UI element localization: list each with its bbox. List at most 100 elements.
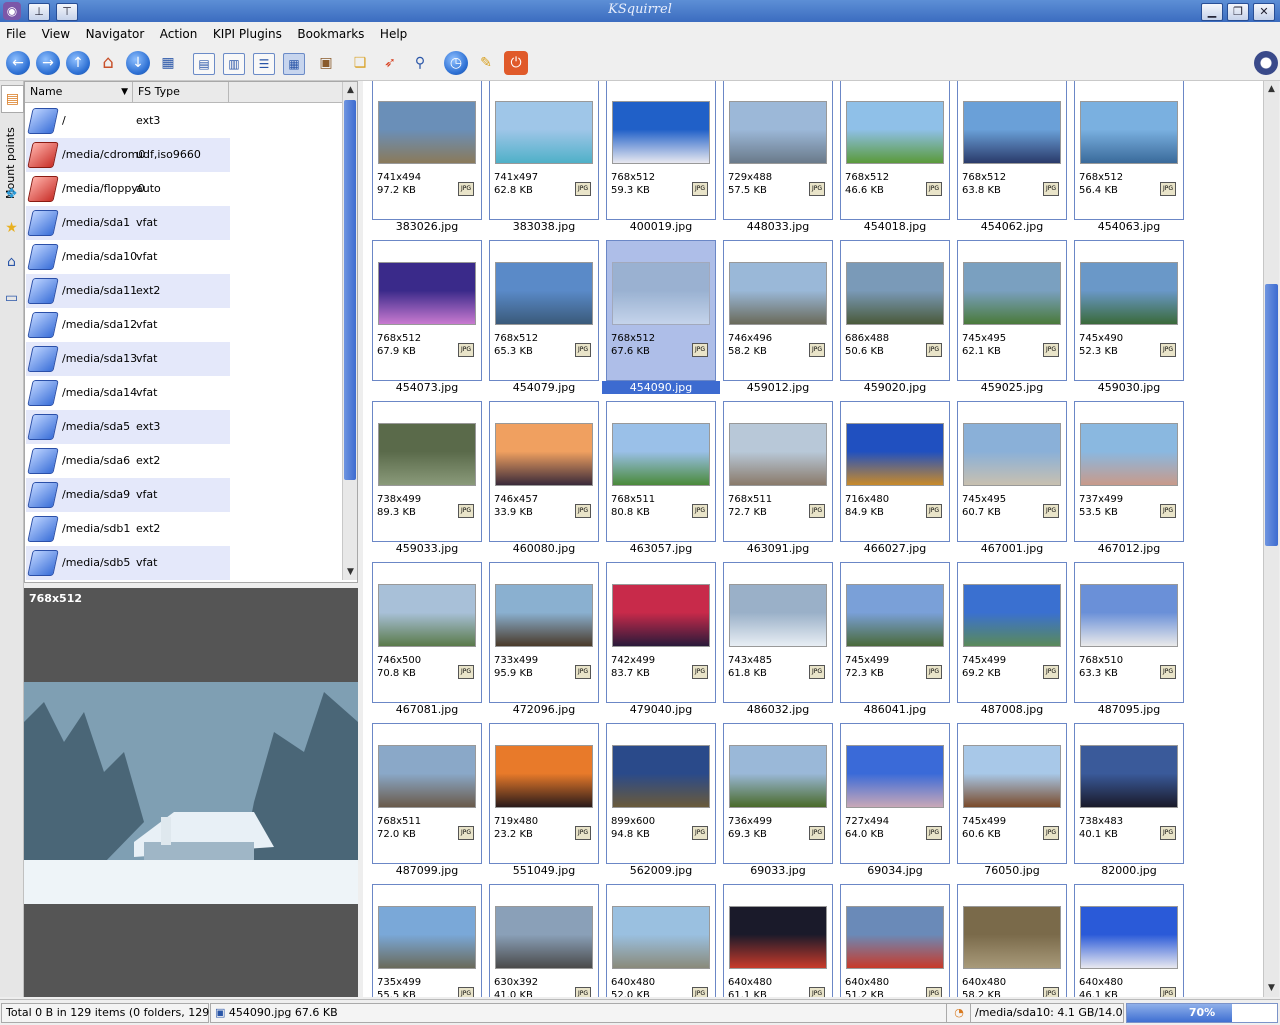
thumbnail-cell[interactable]: 738x483 40.1 KB JPG <box>1074 723 1184 864</box>
thumbnail-cell[interactable]: 741x494 97.2 KB JPG <box>372 81 482 220</box>
view-thumbnails-icon[interactable]: ▦ <box>283 53 305 75</box>
devices-icon[interactable]: ▦ <box>156 51 180 75</box>
maximize-button[interactable]: ❐ <box>1227 3 1249 21</box>
thumbnail-cell[interactable]: 640x480 61.1 KB JPG <box>723 884 833 997</box>
mount-row[interactable]: /media/sda12 vfat <box>26 308 230 342</box>
thumbnail-cell[interactable]: 729x488 57.5 KB JPG <box>723 81 833 220</box>
thumbnail-cell[interactable]: 745x495 62.1 KB JPG <box>957 240 1067 381</box>
view-list-icon[interactable]: ▥ <box>223 53 245 75</box>
thumbnail-cell[interactable]: 768x512 59.3 KB JPG <box>606 81 716 220</box>
clock-icon[interactable]: ◷ <box>444 51 468 75</box>
minimize-button[interactable]: ▁ <box>1201 3 1223 21</box>
thumbnail-filename[interactable]: 82000.jpg <box>1070 864 1188 877</box>
thumbnail-filename[interactable]: 448033.jpg <box>719 220 837 233</box>
mount-points-tab-icon[interactable]: ▤ <box>1 85 24 113</box>
view-detail-icon[interactable]: ☰ <box>253 53 275 75</box>
scroll-up-icon[interactable]: ▲ <box>1265 82 1278 96</box>
thumbnail-filename[interactable]: 551049.jpg <box>485 864 603 877</box>
thumbnail-cell[interactable]: 768x511 72.0 KB JPG <box>372 723 482 864</box>
thumbnail-filename[interactable]: 400019.jpg <box>602 220 720 233</box>
thumbnail-cell[interactable]: 768x512 46.6 KB JPG <box>840 81 950 220</box>
scroll-up-icon[interactable]: ▲ <box>344 83 357 97</box>
thumbnail-cell[interactable]: 737x499 53.5 KB JPG <box>1074 401 1184 542</box>
mount-row[interactable]: /media/cdrom0 udf,iso9660 <box>26 138 230 172</box>
thumbnail-filename[interactable]: 454073.jpg <box>368 381 486 394</box>
thumbnail-filename[interactable]: 460080.jpg <box>485 542 603 555</box>
image-viewer-icon[interactable]: ▣ <box>314 51 338 75</box>
column-name-header[interactable]: Name ▼ <box>25 82 133 102</box>
thumbnail-cell[interactable]: 746x500 70.8 KB JPG <box>372 562 482 703</box>
thumbnail-cell[interactable]: 745x499 60.6 KB JPG <box>957 723 1067 864</box>
scroll-down-icon[interactable]: ▼ <box>344 565 357 579</box>
menu-file[interactable]: File <box>0 22 32 41</box>
thumbnail-cell[interactable]: 719x480 23.2 KB JPG <box>489 723 599 864</box>
thumbnail-filename[interactable]: 459025.jpg <box>953 381 1071 394</box>
thumbnail-filename[interactable]: 467001.jpg <box>953 542 1071 555</box>
mount-row[interactable]: /media/floppy0 auto <box>26 172 230 206</box>
mount-row[interactable]: /media/sda10 vfat <box>26 240 230 274</box>
back-icon[interactable]: ← <box>6 51 30 75</box>
thumbnail-cell[interactable]: 742x499 83.7 KB JPG <box>606 562 716 703</box>
thumbnail-filename[interactable]: 459012.jpg <box>719 381 837 394</box>
thumbnail-filename[interactable]: 562009.jpg <box>602 864 720 877</box>
thumbnail-cell[interactable]: 736x499 69.3 KB JPG <box>723 723 833 864</box>
thumbnail-filename[interactable]: 69033.jpg <box>719 864 837 877</box>
thumbnail-filename[interactable]: 459033.jpg <box>368 542 486 555</box>
settings-icon[interactable]: ✎ <box>474 51 498 75</box>
mount-row[interactable]: /media/sda1 vfat <box>26 206 230 240</box>
thumbnail-cell[interactable]: 746x496 58.2 KB JPG <box>723 240 833 381</box>
thumbnail-scrollbar[interactable]: ▲ ▼ <box>1263 81 1279 997</box>
thumbnail-filename[interactable]: 383038.jpg <box>485 220 603 233</box>
windows-icon[interactable]: ❏ <box>348 51 372 75</box>
mount-row[interactable]: /media/sda9 vfat <box>26 478 230 512</box>
categories-tab-icon[interactable]: ❖ <box>1 181 22 207</box>
thumbnail-filename[interactable]: 486041.jpg <box>836 703 954 716</box>
thumbnail-cell[interactable]: 768x512 65.3 KB JPG <box>489 240 599 381</box>
download-icon[interactable]: ↓ <box>126 51 150 75</box>
scrollbar-thumb[interactable] <box>1265 284 1278 546</box>
thumbnail-cell[interactable]: 733x499 95.9 KB JPG <box>489 562 599 703</box>
thumbnail-cell[interactable]: 745x499 72.3 KB JPG <box>840 562 950 703</box>
bookmarks-tab-icon[interactable]: ★ <box>1 215 22 241</box>
network-tab-icon[interactable]: ⌂ <box>1 249 22 275</box>
app-menu-icon[interactable] <box>1254 51 1278 75</box>
thumbnail-filename[interactable]: 454062.jpg <box>953 220 1071 233</box>
menu-help[interactable]: Help <box>374 22 413 41</box>
thumbnail-cell[interactable]: 743x485 61.8 KB JPG <box>723 562 833 703</box>
thumbnail-filename[interactable]: 463091.jpg <box>719 542 837 555</box>
thumbnail-filename[interactable]: 454090.jpg <box>602 381 720 394</box>
zoom-icon[interactable]: ⚲ <box>408 51 432 75</box>
mount-row[interactable]: /media/sda11 ext2 <box>26 274 230 308</box>
mount-row[interactable]: /media/sda14 vfat <box>26 376 230 410</box>
mount-row[interactable]: /media/sdb1 ext2 <box>26 512 230 546</box>
thumbnail-filename[interactable]: 463057.jpg <box>602 542 720 555</box>
menu-navigator[interactable]: Navigator <box>80 22 151 41</box>
thumbnail-cell[interactable]: 686x488 50.6 KB JPG <box>840 240 950 381</box>
menu-view[interactable]: View <box>36 22 76 41</box>
thumbnail-filename[interactable]: 466027.jpg <box>836 542 954 555</box>
thumbnail-cell[interactable]: 745x495 60.7 KB JPG <box>957 401 1067 542</box>
thumbnail-cell[interactable]: 716x480 84.9 KB JPG <box>840 401 950 542</box>
thumbnail-cell[interactable]: 745x499 69.2 KB JPG <box>957 562 1067 703</box>
thumbnail-filename[interactable]: 459020.jpg <box>836 381 954 394</box>
thumbnail-cell[interactable]: 768x512 67.6 KB JPG <box>606 240 716 381</box>
thumbnail-filename[interactable]: 454063.jpg <box>1070 220 1188 233</box>
thumbnail-filename[interactable]: 487099.jpg <box>368 864 486 877</box>
thumbnail-cell[interactable]: 745x490 52.3 KB JPG <box>1074 240 1184 381</box>
thumbnail-filename[interactable]: 467012.jpg <box>1070 542 1188 555</box>
thumbnail-cell[interactable]: 899x600 94.8 KB JPG <box>606 723 716 864</box>
thumbnail-cell[interactable]: 768x511 80.8 KB JPG <box>606 401 716 542</box>
thumbnail-filename[interactable]: 454079.jpg <box>485 381 603 394</box>
thumbnail-filename[interactable]: 454018.jpg <box>836 220 954 233</box>
menu-kipi-plugins[interactable]: KIPI Plugins <box>207 22 288 41</box>
scroll-down-icon[interactable]: ▼ <box>1265 981 1278 995</box>
mount-row[interactable]: /media/sdb5 vfat <box>26 546 230 580</box>
mount-row[interactable]: /media/sda5 ext3 <box>26 410 230 444</box>
thumbnail-filename[interactable]: 487008.jpg <box>953 703 1071 716</box>
thumbnail-cell[interactable]: 768x512 56.4 KB JPG <box>1074 81 1184 220</box>
thumbnail-cell[interactable]: 768x511 72.7 KB JPG <box>723 401 833 542</box>
thumbnail-cell[interactable]: 727x494 64.0 KB JPG <box>840 723 950 864</box>
home-icon[interactable]: ⌂ <box>96 51 120 75</box>
thumbnail-cell[interactable]: 746x457 33.9 KB JPG <box>489 401 599 542</box>
thumbnail-filename[interactable]: 69034.jpg <box>836 864 954 877</box>
